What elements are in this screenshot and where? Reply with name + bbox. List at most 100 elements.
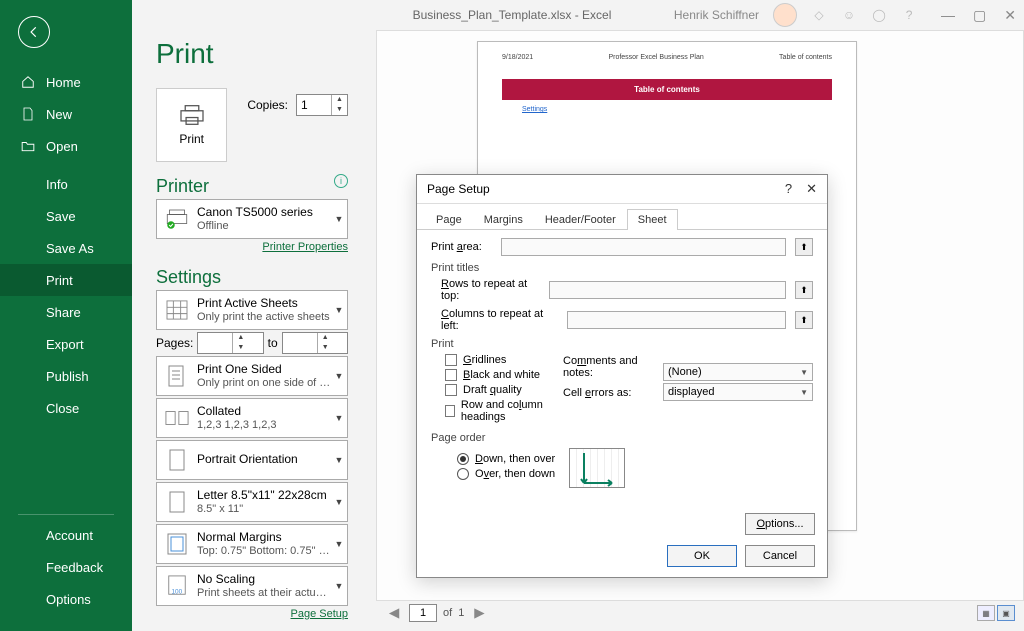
tab-margins[interactable]: Margins — [473, 209, 534, 230]
sides-dropdown[interactable]: Print One SidedOnly print on one side of… — [156, 356, 348, 396]
options-button[interactable]: Options... — [745, 513, 815, 535]
sidebar-item-label: New — [46, 107, 72, 122]
sidebar-item-label: Info — [46, 177, 68, 192]
sidebar-item-print[interactable]: Print — [0, 264, 132, 296]
sidebar-item-label: Export — [46, 337, 84, 352]
copies-input[interactable] — [297, 95, 331, 115]
sidebar-item-export[interactable]: Export — [0, 328, 132, 360]
sidebar-item-info[interactable]: Info — [0, 168, 132, 200]
face-icon[interactable]: ☺ — [841, 7, 857, 23]
close-icon[interactable]: ✕ — [1004, 7, 1016, 24]
one-sided-icon — [163, 362, 191, 390]
zoom-to-page-icon[interactable]: ▣ — [997, 605, 1015, 621]
draft-checkbox[interactable]: Draft quality — [431, 384, 563, 396]
range-select-icon[interactable]: ⬆ — [795, 238, 813, 256]
close-icon[interactable]: ✕ — [806, 181, 817, 197]
printer-dropdown[interactable]: Canon TS5000 seriesOffline ▼ — [156, 199, 348, 239]
portrait-icon — [163, 446, 191, 474]
sidebar-item-label: Close — [46, 401, 79, 416]
sidebar-item-label: Share — [46, 305, 81, 320]
copies-spinner[interactable]: ▲▼ — [296, 94, 348, 116]
collate-dropdown[interactable]: Collated1,2,3 1,2,3 1,2,3 ▼ — [156, 398, 348, 438]
ok-button[interactable]: OK — [667, 545, 737, 567]
range-select-icon[interactable]: ⬆ — [795, 311, 813, 329]
maximize-icon[interactable]: ▢ — [973, 7, 986, 24]
rows-repeat-field: Rows to repeat at top: ⬆ — [431, 278, 813, 302]
sidebar-item-publish[interactable]: Publish — [0, 360, 132, 392]
rows-repeat-label: Rows to repeat at top: — [431, 278, 543, 302]
diamond-icon[interactable]: ◇ — [811, 7, 827, 23]
sidebar-item-save[interactable]: Save — [0, 200, 132, 232]
tab-header-footer[interactable]: Header/Footer — [534, 209, 627, 230]
margins-dropdown[interactable]: Normal MarginsTop: 0.75" Bottom: 0.75" L… — [156, 524, 348, 564]
account-icon[interactable]: ◯ — [871, 7, 887, 23]
scaling-dropdown[interactable]: 100 No ScalingPrint sheets at their actu… — [156, 566, 348, 606]
print-button-label: Print — [179, 132, 204, 146]
sidebar-item-share[interactable]: Share — [0, 296, 132, 328]
new-icon — [20, 106, 36, 122]
tab-sheet[interactable]: Sheet — [627, 209, 678, 230]
pages-range: Pages: ▲▼ to ▲▼ — [156, 332, 348, 354]
sidebar-item-open[interactable]: Open — [0, 130, 132, 162]
sidebar-item-label: Options — [46, 592, 91, 607]
sidebar-item-home[interactable]: Home — [0, 66, 132, 98]
pages-from-input[interactable]: ▲▼ — [197, 332, 263, 354]
print-button[interactable]: Print — [156, 88, 227, 162]
page-number-input[interactable] — [409, 604, 437, 622]
sidebar-item-feedback[interactable]: Feedback — [0, 551, 132, 583]
avatar[interactable] — [773, 3, 797, 27]
sidebar-item-label: Save As — [46, 241, 94, 256]
sidebar-item-new[interactable]: New — [0, 98, 132, 130]
show-margins-icon[interactable]: ▦ — [977, 605, 995, 621]
page-order-label: Page order — [431, 432, 813, 444]
printer-info-icon[interactable]: i — [334, 174, 348, 188]
rows-repeat-input[interactable] — [549, 281, 786, 299]
orientation-dropdown[interactable]: Portrait Orientation ▼ — [156, 440, 348, 480]
help-icon[interactable]: ? — [785, 181, 792, 197]
preview-toc-right: Table of contents — [779, 54, 832, 61]
comments-dropdown[interactable]: (None)▼ — [663, 363, 813, 381]
page-order-group: Down, then over Over, then down — [431, 448, 813, 488]
sidebar-item-options[interactable]: Options — [0, 583, 132, 615]
sidebar-item-close[interactable]: Close — [0, 392, 132, 424]
sidebar-item-account[interactable]: Account — [0, 519, 132, 551]
over-down-radio[interactable]: Over, then down — [443, 468, 555, 480]
prev-page-button[interactable]: ◀ — [385, 604, 403, 622]
sidebar-item-label: Publish — [46, 369, 89, 384]
cancel-button[interactable]: Cancel — [745, 545, 815, 567]
print-area-label: Print area: — [431, 241, 495, 253]
sidebar-item-label: Home — [46, 75, 81, 90]
black-white-checkbox[interactable]: Black and white — [431, 369, 563, 381]
spin-down-icon[interactable]: ▼ — [332, 105, 347, 115]
pages-to-input[interactable]: ▲▼ — [282, 332, 348, 354]
errors-dropdown[interactable]: displayed▼ — [663, 383, 813, 401]
cols-repeat-input[interactable] — [567, 311, 786, 329]
open-icon — [20, 138, 36, 154]
tab-page[interactable]: Page — [425, 209, 473, 230]
print-area-input[interactable] — [501, 238, 786, 256]
copies-label: Copies: — [247, 98, 288, 112]
paper-dropdown[interactable]: Letter 8.5"x11" 22x28cm8.5" x 11" ▼ — [156, 482, 348, 522]
gridlines-checkbox[interactable]: Gridlines — [431, 354, 563, 366]
range-select-icon[interactable]: ⬆ — [795, 281, 813, 299]
next-page-button[interactable]: ▶ — [470, 604, 488, 622]
back-button[interactable] — [18, 16, 50, 48]
sidebar-item-save-as[interactable]: Save As — [0, 232, 132, 264]
errors-label: Cell errors as: — [563, 387, 659, 399]
down-over-radio[interactable]: Down, then over — [443, 453, 555, 465]
sidebar-item-label: Save — [46, 209, 76, 224]
chevron-down-icon: ▼ — [331, 413, 347, 423]
minimize-icon[interactable]: — — [941, 7, 955, 24]
cols-repeat-label: Columns to repeat at left: — [431, 308, 561, 332]
page-setup-link[interactable]: Page Setup — [156, 608, 348, 620]
help-icon[interactable]: ? — [901, 7, 917, 23]
chevron-down-icon: ▼ — [331, 581, 347, 591]
chevron-down-icon: ▼ — [331, 214, 347, 224]
home-icon — [20, 74, 36, 90]
print-what-dropdown[interactable]: Print Active SheetsOnly print the active… — [156, 290, 348, 330]
row-col-head-checkbox[interactable]: Row and column headings — [431, 399, 563, 423]
spin-up-icon[interactable]: ▲ — [332, 95, 347, 105]
printer-properties-link[interactable]: Printer Properties — [156, 241, 348, 253]
to-label: to — [268, 336, 278, 350]
chevron-down-icon: ▼ — [331, 539, 347, 549]
